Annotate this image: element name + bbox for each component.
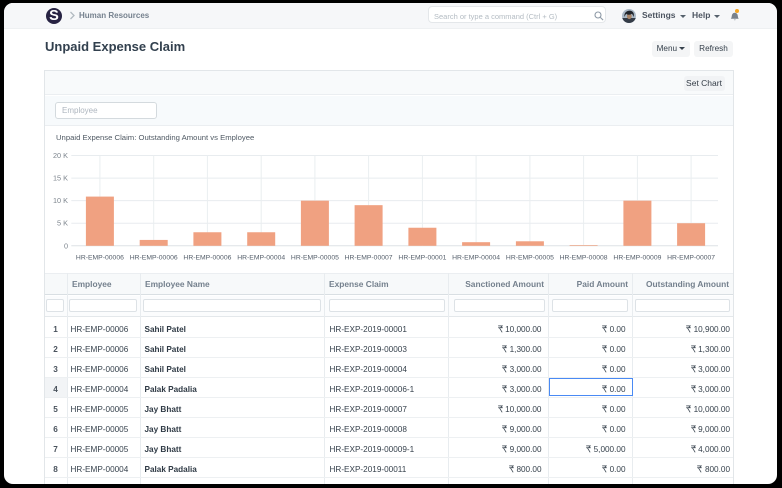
svg-text:HR-EMP-00009: HR-EMP-00009	[613, 254, 661, 261]
svg-text:HR-EMP-00006: HR-EMP-00006	[76, 254, 124, 261]
svg-text:HR-EMP-00007: HR-EMP-00007	[345, 254, 393, 261]
svg-text:HR-EMP-00004: HR-EMP-00004	[452, 254, 500, 261]
svg-text:HR-EMP-00008: HR-EMP-00008	[560, 254, 608, 261]
svg-text:10 K: 10 K	[53, 196, 68, 205]
svg-text:20 K: 20 K	[53, 151, 68, 160]
svg-text:15 K: 15 K	[53, 174, 68, 183]
svg-text:5 K: 5 K	[57, 219, 68, 228]
svg-text:HR-EMP-00004: HR-EMP-00004	[237, 254, 285, 261]
svg-text:HR-EMP-00005: HR-EMP-00005	[291, 254, 339, 261]
svg-text:HR-EMP-00006: HR-EMP-00006	[130, 254, 178, 261]
svg-text:HR-EMP-00007: HR-EMP-00007	[667, 254, 715, 261]
svg-text:0: 0	[64, 241, 68, 250]
svg-text:HR-EMP-00005: HR-EMP-00005	[506, 254, 554, 261]
svg-text:HR-EMP-00001: HR-EMP-00001	[398, 254, 446, 261]
svg-text:HR-EMP-00006: HR-EMP-00006	[183, 254, 231, 261]
